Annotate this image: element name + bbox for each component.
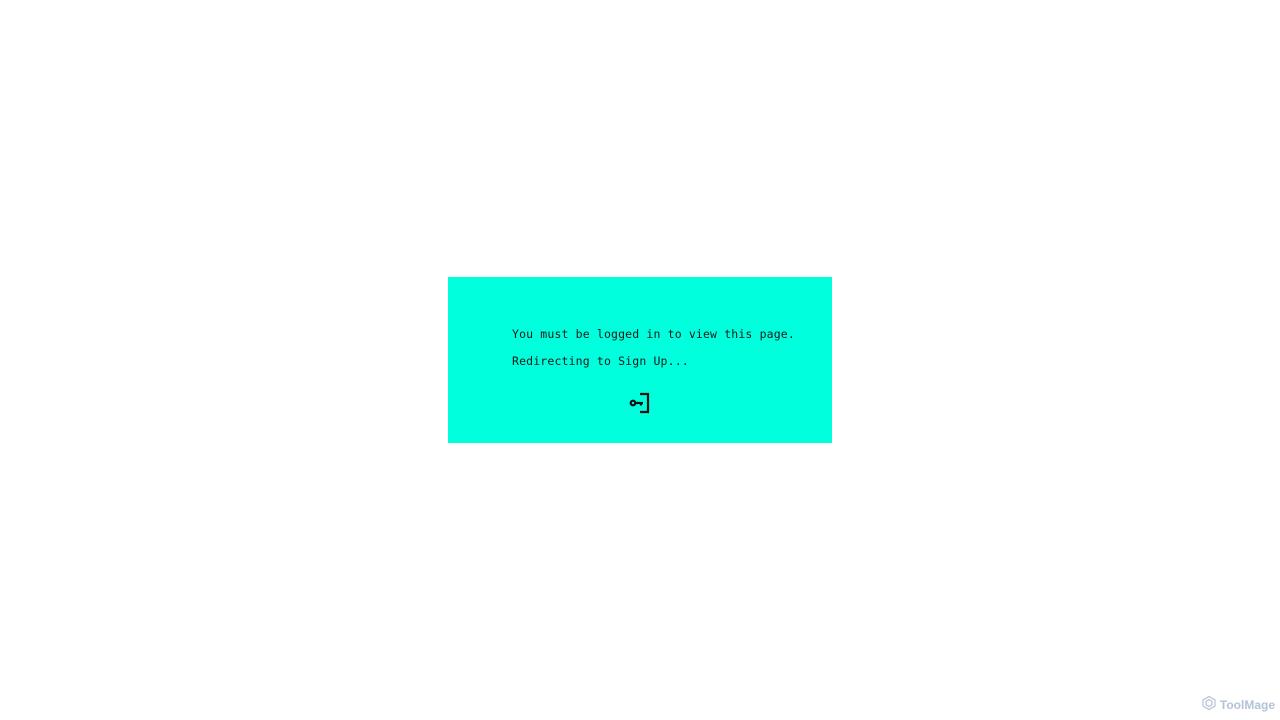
watermark-text: ToolMage <box>1219 697 1275 712</box>
redirect-notice-panel: You must be logged in to view this page.… <box>448 277 832 443</box>
login-required-message: You must be logged in to view this page. <box>512 327 795 341</box>
watermark: ToolMage <box>1201 695 1275 714</box>
login-icon <box>628 391 652 415</box>
toolmage-logo-icon <box>1201 695 1217 714</box>
redirect-message: Redirecting to Sign Up... <box>512 354 689 368</box>
